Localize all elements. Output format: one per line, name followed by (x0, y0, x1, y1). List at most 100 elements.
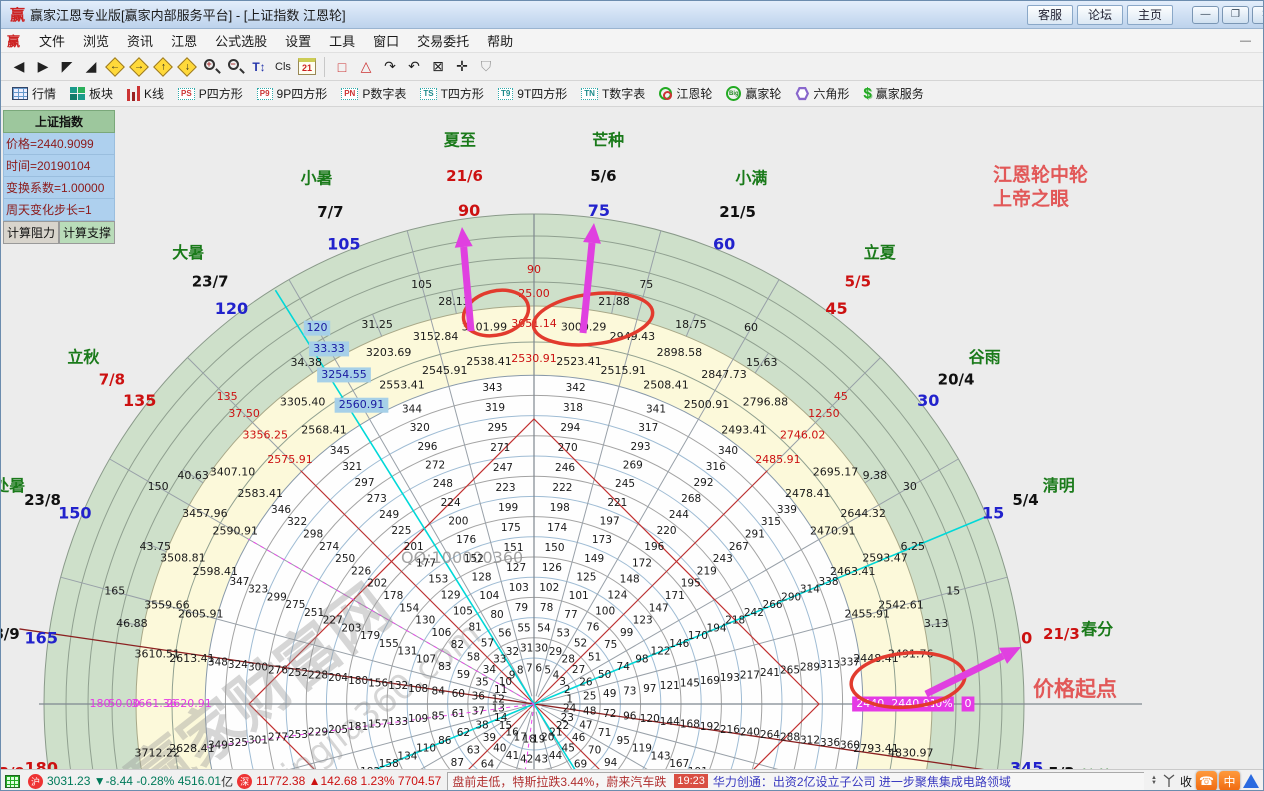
floating-widget-icon[interactable]: 中 (1219, 771, 1240, 791)
spiral-number: 346 (271, 504, 291, 516)
diamond-left-icon[interactable]: ← (104, 56, 126, 78)
nav-back-icon[interactable]: ◀ (8, 56, 30, 78)
presentation-icon[interactable]: ⛉ (475, 56, 497, 78)
spiral-number: 41 (506, 750, 519, 762)
zoom-out-icon[interactable]: − (224, 56, 246, 78)
spiral-number: 288 (780, 732, 800, 744)
spiral-number: 342 (566, 382, 586, 394)
kline-button[interactable]: K线 (123, 84, 168, 103)
p-square-button[interactable]: PSP四方形 (174, 84, 247, 103)
tri-upleft-icon-glyph: ◤ (62, 58, 73, 75)
close-button[interactable]: ✕ (1252, 6, 1264, 24)
spiral-number: 167 (669, 758, 689, 769)
percent-label: 33.33 (313, 342, 345, 355)
solar-term-name: 小暑 (301, 169, 333, 188)
floating-phone-icon[interactable]: ☎ (1196, 771, 1217, 791)
p9-square-button[interactable]: P99P四方形 (253, 84, 331, 103)
quotes-button[interactable]: 行情 (8, 84, 60, 103)
floating-triangle-icon[interactable] (1243, 774, 1259, 788)
minimize-button[interactable]: — (1192, 6, 1219, 24)
spiral-number: 196 (644, 541, 664, 553)
spiral-number: 313 (820, 659, 840, 671)
diamond-right-icon[interactable]: → (128, 56, 150, 78)
wheel-title-line1: 江恩轮中轮 (993, 163, 1088, 186)
winner-wheel-button[interactable]: Big赢家轮 (722, 84, 785, 103)
menu-item-9[interactable]: 交易委托 (408, 29, 478, 52)
menu-item-6[interactable]: 设置 (276, 29, 320, 52)
price-outer-label: 3610.51 (135, 647, 181, 660)
calc-resistance-button[interactable]: 计算阻力 (3, 221, 59, 244)
cls-button[interactable]: Cls (272, 56, 294, 78)
price-outer-label: 3457.96 (182, 507, 228, 520)
diamond-down-icon[interactable]: ↓ (176, 56, 198, 78)
winner-service-button[interactable]: $赢家服务 (859, 84, 927, 103)
nav-forward-icon[interactable]: ▶ (32, 56, 54, 78)
menu-item-1[interactable]: 文件 (30, 29, 74, 52)
spiral-number: 154 (399, 602, 419, 614)
gann-wheel-chart[interactable]: 赢家财富网www.yingjia360.comQQ:10000036012345… (1, 107, 1264, 769)
boxed-x-icon[interactable]: ⊠ (427, 56, 449, 78)
menu-item-4[interactable]: 江恩 (162, 29, 206, 52)
spiral-number: 319 (485, 402, 505, 414)
triangle-tool-icon[interactable]: △ (355, 56, 377, 78)
homepage-button[interactable]: 主页 (1127, 5, 1173, 25)
p-table-button[interactable]: PNP数字表 (337, 84, 410, 103)
hexagon-button[interactable]: 六角形 (791, 84, 853, 103)
calendar-icon[interactable]: 21 (296, 56, 318, 78)
spiral-number: 322 (287, 516, 307, 528)
zoom-in-icon[interactable]: + (200, 56, 222, 78)
spiral-number: 64 (481, 759, 495, 769)
t-table-button[interactable]: TNT数字表 (577, 84, 649, 103)
rect-tool-icon[interactable]: □ (331, 56, 353, 78)
menu-item-5[interactable]: 公式选股 (206, 29, 276, 52)
diamond-up-icon[interactable]: ↑ (152, 56, 174, 78)
degree-ring-label: 165 (104, 585, 125, 598)
spiral-number: 291 (745, 529, 765, 541)
menu-item-7[interactable]: 工具 (320, 29, 364, 52)
menu-item-8[interactable]: 窗口 (364, 29, 408, 52)
window-title: 赢家江恩专业版[赢家内部服务平台] - [上证指数 江恩轮] (30, 5, 346, 24)
spiral-number: 181 (348, 721, 368, 733)
spiral-number: 157 (368, 719, 388, 731)
maximize-button[interactable]: ❐ (1222, 6, 1249, 24)
t9-square-button[interactable]: T99T四方形 (494, 84, 571, 103)
spiral-number: 169 (700, 675, 720, 687)
forum-button[interactable]: 论坛 (1077, 5, 1123, 25)
calc-support-button[interactable]: 计算支撑 (59, 221, 115, 244)
gann-wheel-canvas[interactable]: 赢家财富网www.yingjia360.comQQ:10000036012345… (1, 107, 1264, 769)
spiral-number: 52 (574, 637, 587, 649)
solar-term-name: 小满 (735, 169, 767, 188)
diamond-up-icon-shape: ↑ (153, 57, 173, 77)
percent-label: 3.13 (924, 617, 949, 630)
spiral-number: 158 (379, 758, 399, 769)
menu-item-3[interactable]: 资讯 (118, 29, 162, 52)
sectors-button[interactable]: 板块 (66, 84, 117, 103)
t-updown-icon[interactable]: T↕ (248, 56, 270, 78)
rotate-cw-icon-glyph: ↷ (384, 58, 396, 75)
menu-item-2[interactable]: 浏览 (74, 29, 118, 52)
spiral-number: 265 (780, 664, 800, 676)
customer-service-button[interactable]: 客服 (1027, 5, 1073, 25)
outer-degree-label: 180 (25, 758, 58, 769)
crosshair-icon[interactable]: ✛ (451, 56, 473, 78)
gann-wheel-button[interactable]: 江恩轮 (655, 84, 716, 103)
tri-upleft-icon[interactable]: ◤ (56, 56, 78, 78)
quote-grid-icon[interactable] (5, 775, 20, 788)
spiral-number: 82 (451, 639, 464, 651)
mdi-minimize-button[interactable]: — (1240, 35, 1257, 47)
spiral-number: 125 (576, 571, 596, 583)
spiral-number: 94 (604, 757, 618, 769)
news-ticker[interactable]: 盘前走低，特斯拉跌3.44%，蔚来汽车跌 19:23 华力创通：出资2亿设立子公… (447, 772, 1144, 791)
percent-label: 18.75 (675, 318, 707, 331)
spiral-number: 100 (595, 605, 615, 617)
t-square-button[interactable]: TST四方形 (416, 84, 488, 103)
ticker-scroll-control[interactable]: ▲▼ (1151, 776, 1157, 786)
spiral-number: 38 (475, 720, 488, 732)
tri-downright-icon[interactable]: ◢ (80, 56, 102, 78)
rotate-ccw-icon[interactable]: ↶ (403, 56, 425, 78)
spiral-number: 170 (688, 630, 708, 642)
spiral-number: 253 (288, 729, 308, 741)
menu-item-10[interactable]: 帮助 (478, 29, 522, 52)
degree-ring-label: 150 (148, 480, 169, 493)
rotate-cw-icon[interactable]: ↷ (379, 56, 401, 78)
